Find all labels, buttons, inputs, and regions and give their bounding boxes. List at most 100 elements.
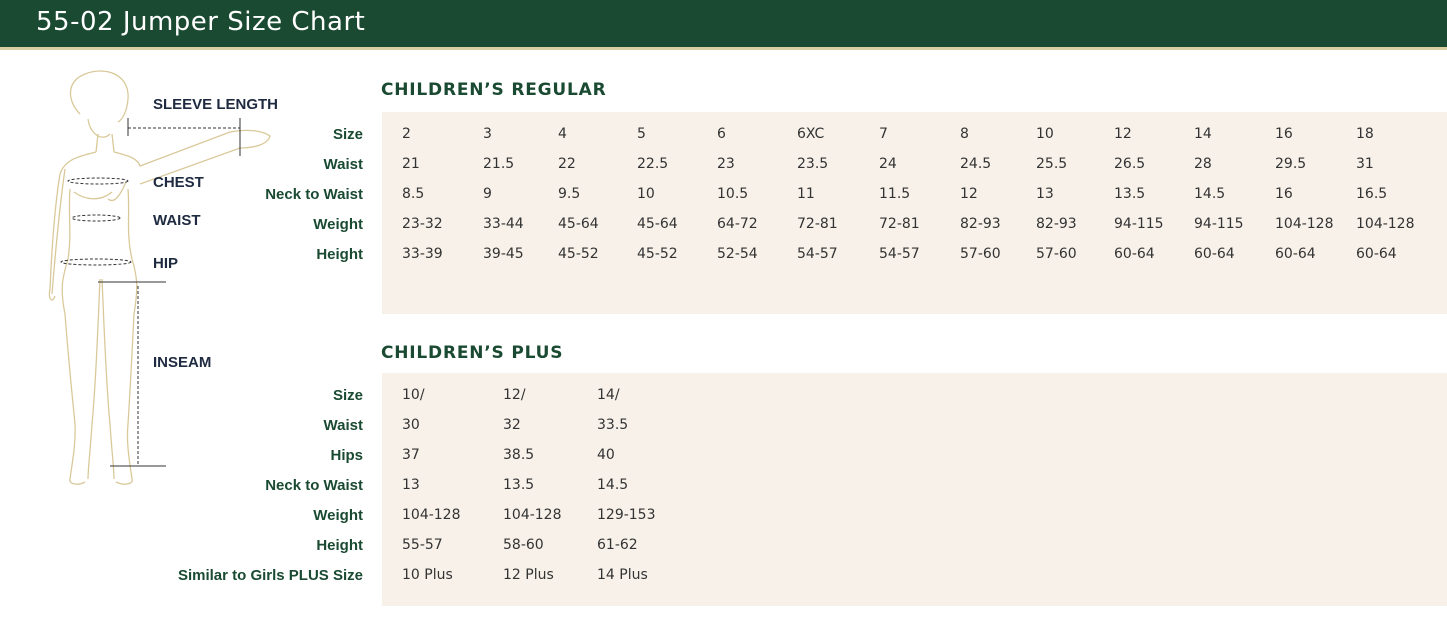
table-cell: 60-64 [1194, 246, 1235, 262]
table-cell: 82-93 [1036, 216, 1077, 232]
table-cell: 6 [717, 126, 726, 142]
table-cell: 12/ [503, 387, 526, 403]
table-cell: 21.5 [483, 156, 515, 172]
table-cell: 10.5 [717, 186, 749, 202]
table-cell: 10 [637, 186, 655, 202]
table-cell: 23-32 [402, 216, 443, 232]
table-cell: 104-128 [503, 507, 562, 523]
table-cell: 14/ [597, 387, 620, 403]
table-cell: 3 [483, 126, 492, 142]
table-cell: 21 [402, 156, 420, 172]
table-cell: 30 [402, 417, 420, 433]
table-cell: 45-64 [558, 216, 599, 232]
row-label: Weight [313, 216, 363, 233]
row-label: Height [316, 537, 363, 554]
table-cell: 60-64 [1356, 246, 1397, 262]
table-cell: 6XC [797, 126, 825, 142]
table-cell: 23.5 [797, 156, 829, 172]
chest-label: CHEST [153, 174, 204, 191]
table-cell: 16 [1275, 126, 1293, 142]
table-cell: 9.5 [558, 186, 581, 202]
table-cell: 54-57 [879, 246, 920, 262]
table-cell: 39-45 [483, 246, 524, 262]
page-header: 55-02 Jumper Size Chart [0, 0, 1447, 50]
table-cell: 23 [717, 156, 735, 172]
plus-section-title: CHILDREN’S PLUS [381, 343, 564, 363]
table-cell: 24 [879, 156, 897, 172]
table-cell: 72-81 [797, 216, 838, 232]
row-label: Waist [323, 417, 363, 434]
table-cell: 52-54 [717, 246, 758, 262]
table-cell: 37 [402, 447, 420, 463]
table-cell: 13 [1036, 186, 1054, 202]
page-title: 55-02 Jumper Size Chart [36, 7, 366, 37]
table-cell: 12 Plus [503, 567, 554, 583]
table-cell: 31 [1356, 156, 1374, 172]
table-cell: 8 [960, 126, 969, 142]
inseam-label: INSEAM [153, 354, 212, 371]
table-cell: 129-153 [597, 507, 656, 523]
table-cell: 54-57 [797, 246, 838, 262]
table-cell: 57-60 [1036, 246, 1077, 262]
table-cell: 14 [1194, 126, 1212, 142]
table-cell: 57-60 [960, 246, 1001, 262]
row-label: Neck to Waist [265, 477, 363, 494]
regular-table-panel [382, 112, 1447, 314]
row-label: Similar to Girls PLUS Size [177, 567, 363, 584]
table-cell: 58-60 [503, 537, 544, 553]
row-label: Weight [313, 507, 363, 524]
table-cell: 25.5 [1036, 156, 1068, 172]
table-cell: 14.5 [597, 477, 629, 493]
table-cell: 94-115 [1194, 216, 1244, 232]
table-cell: 45-64 [637, 216, 678, 232]
table-cell: 72-81 [879, 216, 920, 232]
table-cell: 4 [558, 126, 567, 142]
row-label: Size [332, 126, 363, 143]
table-cell: 82-93 [960, 216, 1001, 232]
table-cell: 45-52 [637, 246, 678, 262]
table-cell: 11.5 [879, 186, 911, 202]
row-label: Size [332, 387, 363, 404]
table-cell: 10/ [402, 387, 425, 403]
table-cell: 26.5 [1114, 156, 1146, 172]
table-cell: 22 [558, 156, 576, 172]
waist-label: WAIST [153, 212, 201, 229]
table-cell: 104-128 [1356, 216, 1415, 232]
table-cell: 5 [637, 126, 646, 142]
table-cell: 11 [797, 186, 815, 202]
table-cell: 9 [483, 186, 492, 202]
table-cell: 64-72 [717, 216, 758, 232]
sleeve-length-label: SLEEVE LENGTH [153, 96, 279, 113]
table-cell: 24.5 [960, 156, 992, 172]
table-cell: 28 [1194, 156, 1212, 172]
table-cell: 7 [879, 126, 888, 142]
table-cell: 29.5 [1275, 156, 1307, 172]
table-cell: 10 [1036, 126, 1054, 142]
table-cell: 12 [960, 186, 978, 202]
table-cell: 32 [503, 417, 521, 433]
table-cell: 18 [1356, 126, 1374, 142]
table-cell: 14 Plus [597, 567, 648, 583]
table-cell: 38.5 [503, 447, 535, 463]
table-cell: 33-44 [483, 216, 524, 232]
regular-section-title: CHILDREN’S REGULAR [381, 80, 607, 100]
table-cell: 16.5 [1356, 186, 1388, 202]
measurement-figure: SLEEVE LENGTH CHEST WAIST HIP INSEAM [30, 64, 290, 504]
table-cell: 61-62 [597, 537, 638, 553]
table-cell: 10 Plus [402, 567, 453, 583]
table-cell: 16 [1275, 186, 1293, 202]
table-cell: 12 [1114, 126, 1132, 142]
table-cell: 104-128 [402, 507, 461, 523]
table-cell: 13 [402, 477, 420, 493]
table-cell: 22.5 [637, 156, 669, 172]
table-cell: 14.5 [1194, 186, 1226, 202]
hip-label: HIP [153, 255, 179, 272]
row-label: Neck to Waist [265, 186, 363, 203]
table-cell: 8.5 [402, 186, 425, 202]
table-cell: 33.5 [597, 417, 629, 433]
table-cell: 55-57 [402, 537, 443, 553]
body-outline-illustration [48, 70, 271, 485]
table-cell: 13.5 [503, 477, 535, 493]
table-cell: 33-39 [402, 246, 443, 262]
row-label: Height [316, 246, 363, 263]
